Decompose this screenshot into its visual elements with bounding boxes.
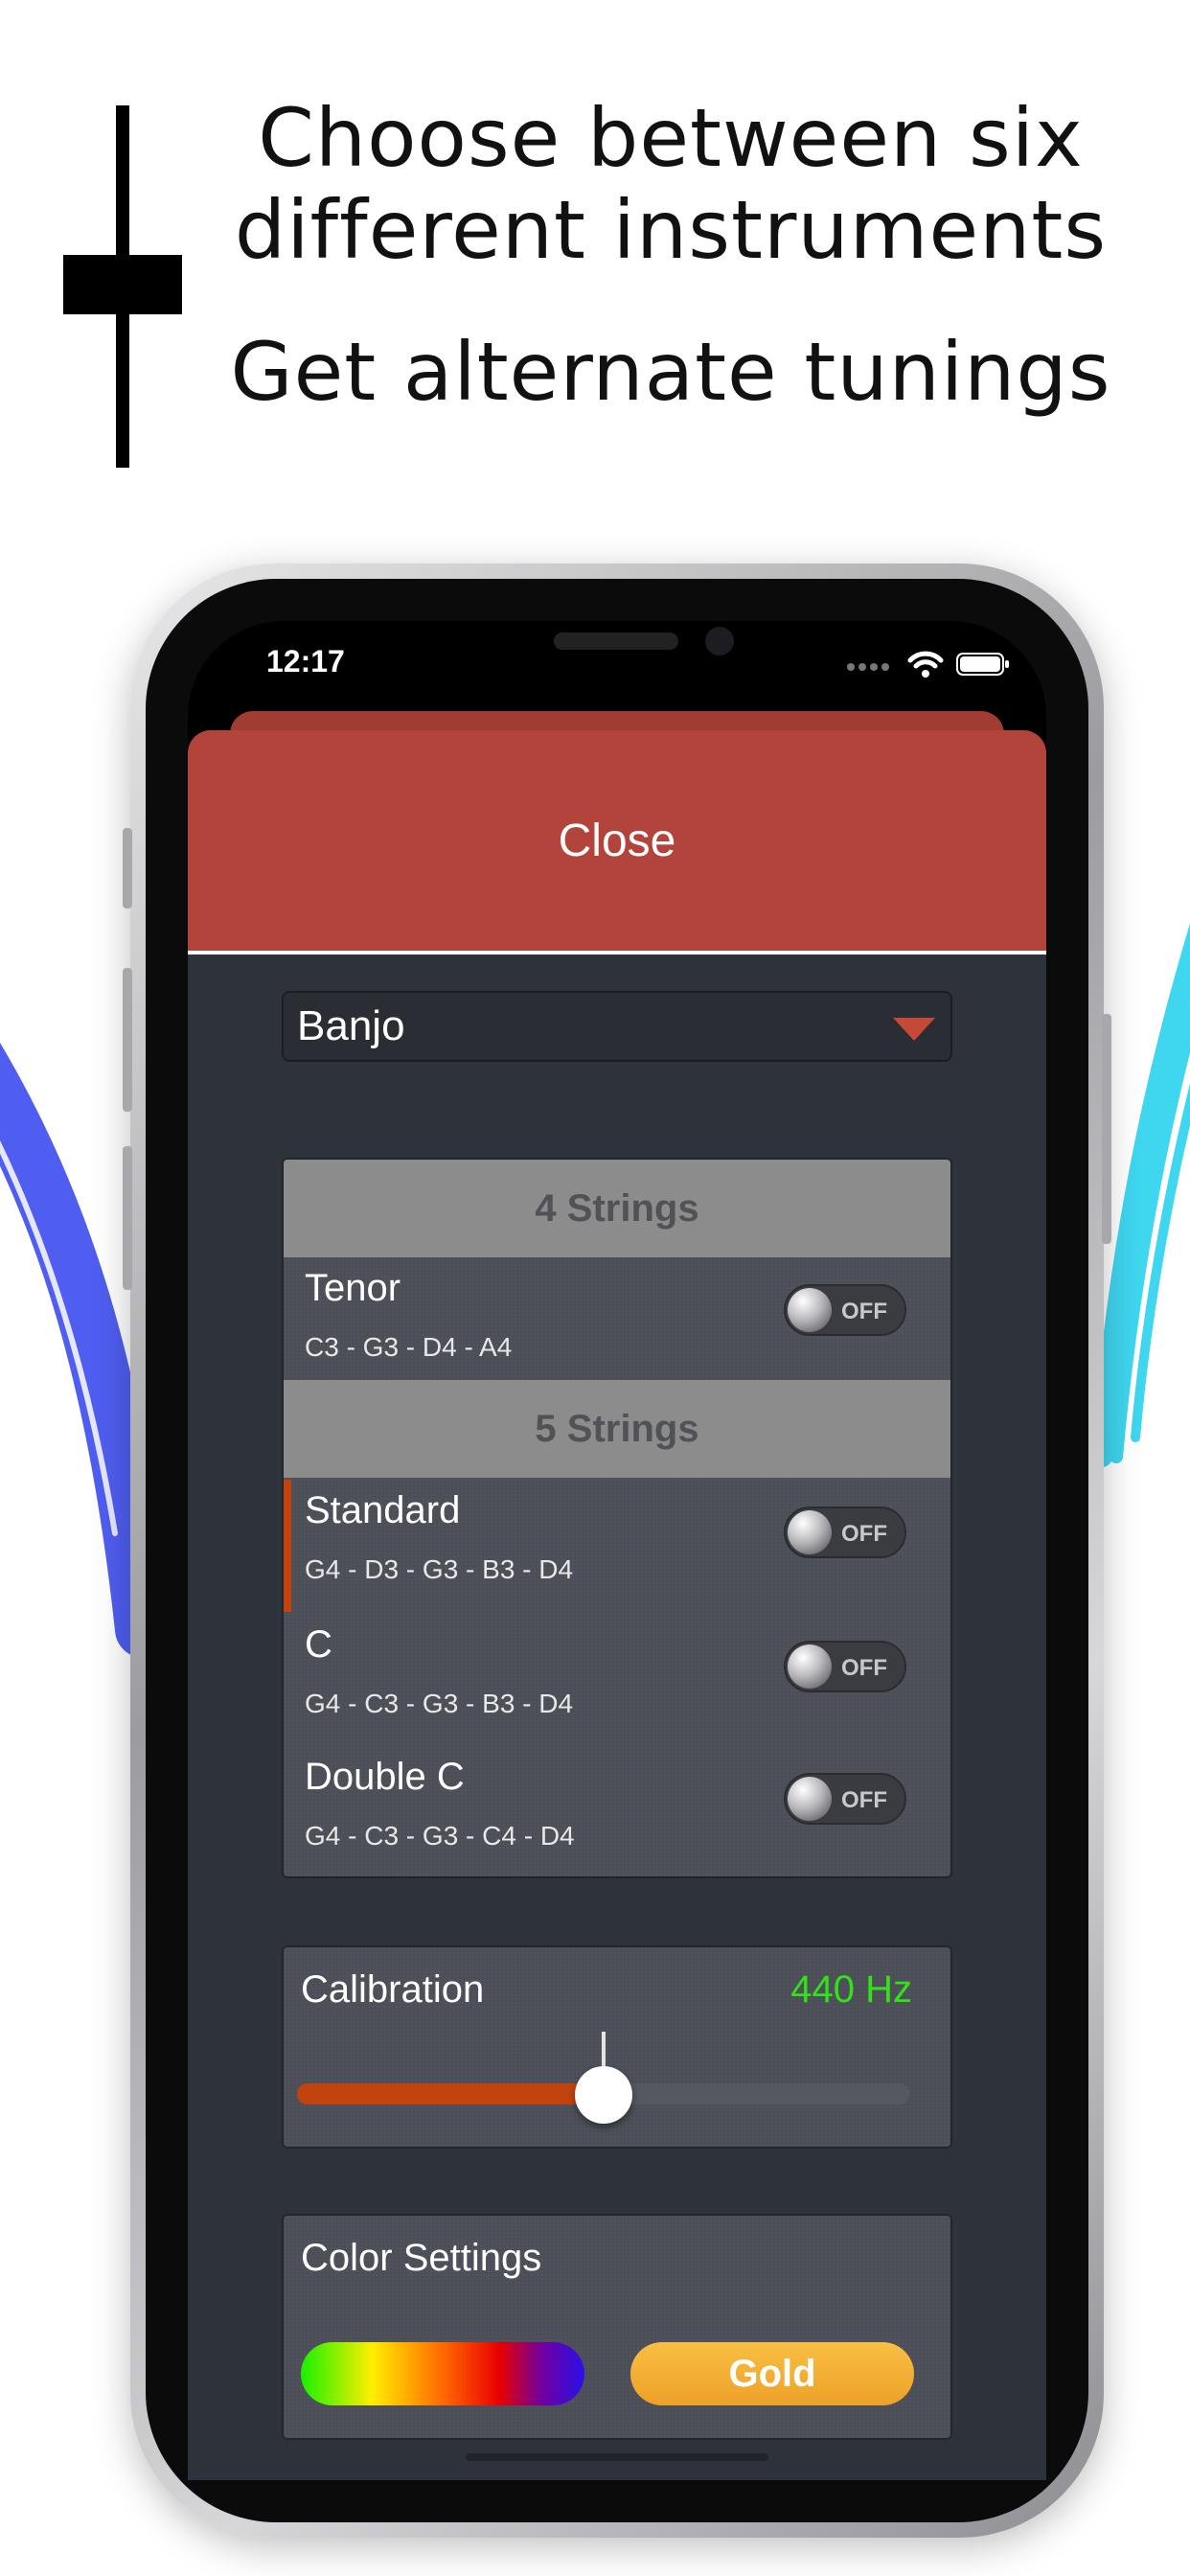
calibration-slider-fill — [297, 2083, 604, 2104]
tuning-toggle-c[interactable]: OFF — [784, 1641, 906, 1692]
tuning-notes: G4 - C3 - G3 - C4 - D4 — [305, 1821, 575, 1851]
home-indicator — [466, 2453, 768, 2461]
tuning-name: Double C — [305, 1756, 465, 1798]
tuner-logo-icon-crossbar — [63, 255, 182, 314]
tuning-toggle-double-c[interactable]: OFF — [784, 1773, 906, 1825]
group-header-4-strings: 4 Strings — [284, 1160, 950, 1257]
headline-instruments: Choose between six different instruments — [220, 92, 1121, 276]
silent-switch — [123, 828, 132, 908]
headline-line-2: different instruments — [234, 183, 1108, 277]
tuning-notes: G4 - D3 - G3 - B3 - D4 — [305, 1554, 574, 1584]
toggle-state-label: OFF — [841, 1299, 887, 1324]
calibration-panel: Calibration 440 Hz — [282, 1945, 952, 2149]
color-settings-panel: Color Settings Gold — [282, 2214, 952, 2440]
front-camera — [705, 627, 734, 656]
volume-up-button — [123, 968, 132, 1112]
volume-down-button — [123, 1146, 132, 1290]
tuning-settings-sheet: Close Banjo 4 Strings Tenor C3 - G3 - D4… — [188, 730, 1046, 2480]
status-icons — [845, 650, 1010, 678]
tuning-name: Tenor — [305, 1267, 401, 1309]
calibration-label: Calibration — [301, 1968, 485, 2011]
toggle-knob-icon — [788, 1288, 832, 1332]
status-time: 12:17 — [266, 644, 345, 678]
calibration-value: 440 Hz — [790, 1968, 912, 2011]
tuning-notes: C3 - G3 - D4 - A4 — [305, 1332, 513, 1362]
instrument-dropdown[interactable]: Banjo — [282, 991, 952, 1062]
tuning-row-double-c[interactable]: Double C G4 - C3 - G3 - C4 - D4 OFF — [284, 1746, 950, 1876]
close-button[interactable]: Close — [188, 730, 1046, 954]
earpiece-speaker — [554, 632, 678, 650]
headline-tunings: Get alternate tunings — [230, 325, 1111, 419]
tuning-notes: G4 - C3 - G3 - B3 - D4 — [305, 1689, 574, 1718]
signal-icon — [847, 663, 889, 671]
tuning-name: C — [305, 1623, 332, 1666]
toggle-knob-icon — [788, 1777, 832, 1821]
tuning-row-tenor[interactable]: Tenor C3 - G3 - D4 - A4 OFF — [284, 1257, 950, 1390]
power-button — [1102, 1014, 1111, 1244]
dropdown-caret-icon — [893, 1018, 935, 1041]
toggle-knob-icon — [788, 1644, 832, 1689]
tuning-row-standard[interactable]: Standard G4 - D3 - G3 - B3 - D4 OFF — [284, 1480, 950, 1612]
toggle-state-label: OFF — [841, 1521, 887, 1547]
battery-icon — [956, 653, 1009, 676]
tuning-toggle-standard[interactable]: OFF — [784, 1506, 906, 1558]
headline-line-1: Choose between six — [258, 91, 1084, 185]
instrument-dropdown-value: Banjo — [297, 1002, 405, 1049]
toggle-knob-icon — [788, 1510, 832, 1554]
toggle-state-label: OFF — [841, 1787, 887, 1813]
spectrum-color-button[interactable] — [301, 2342, 584, 2405]
group-header-5-strings: 5 Strings — [284, 1380, 950, 1478]
gold-theme-button[interactable]: Gold — [630, 2342, 914, 2405]
tunings-list: 4 Strings Tenor C3 - G3 - D4 - A4 OFF 5 … — [282, 1158, 952, 1878]
tuning-row-c[interactable]: C G4 - C3 - G3 - B3 - D4 OFF — [284, 1614, 950, 1746]
calibration-slider-thumb[interactable] — [575, 2066, 632, 2124]
color-settings-label: Color Settings — [301, 2237, 542, 2279]
toggle-state-label: OFF — [841, 1655, 887, 1681]
tuning-name: Standard — [305, 1489, 461, 1531]
wifi-icon — [907, 651, 944, 678]
tuning-toggle-tenor[interactable]: OFF — [784, 1284, 906, 1336]
